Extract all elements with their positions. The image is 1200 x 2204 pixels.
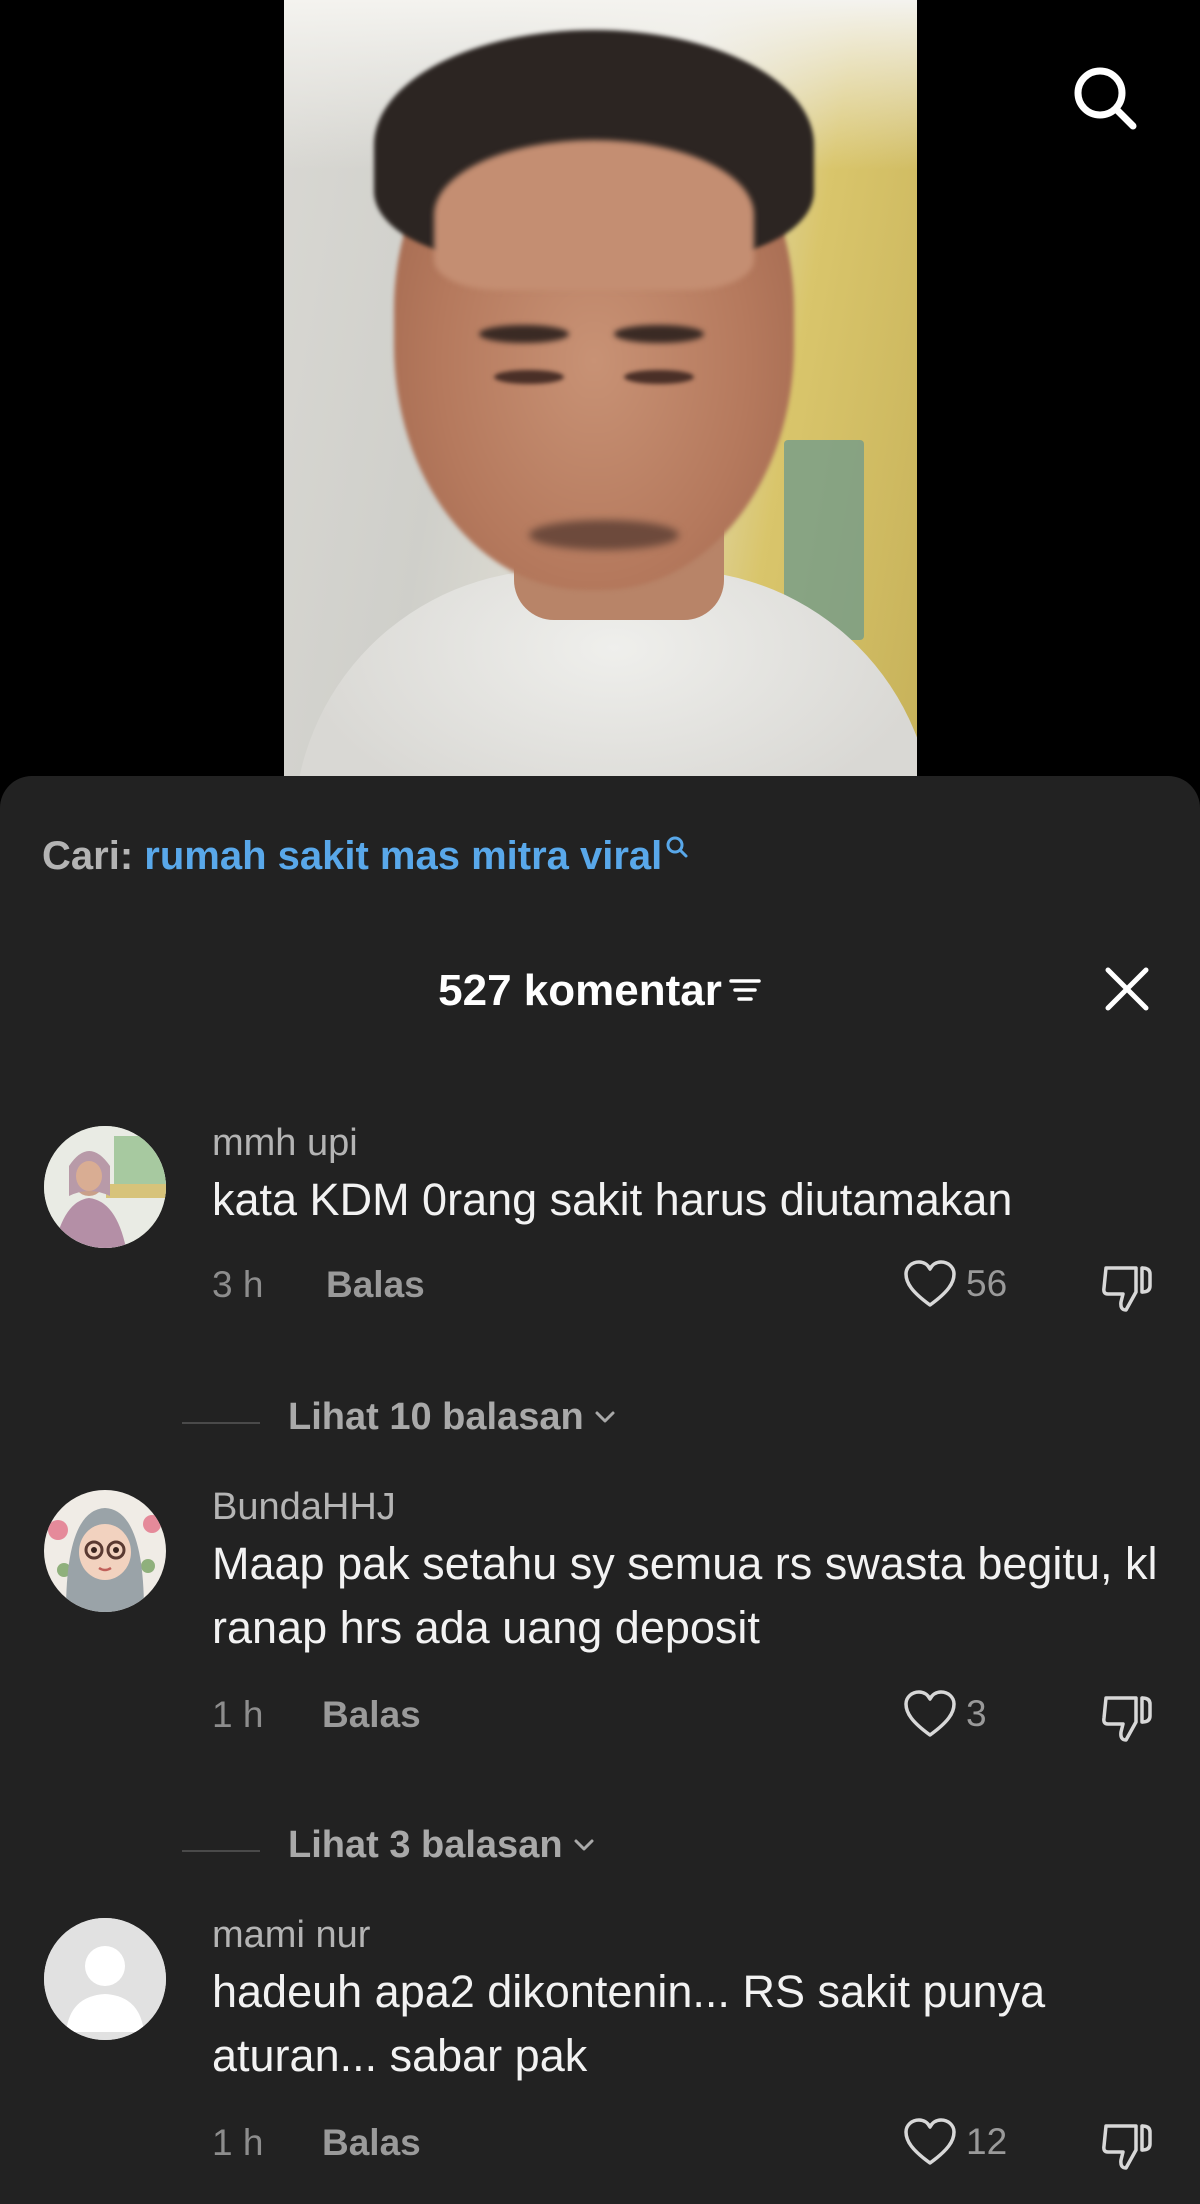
like-count: 3	[966, 1693, 987, 1734]
default-avatar-icon	[44, 1918, 166, 2040]
video-person-brow	[614, 325, 704, 343]
comment-text: hadeuh apa2 dikontenin... RS sakit punya…	[212, 1966, 1046, 2081]
like-button[interactable]: 12	[902, 2116, 1007, 2168]
reply-button[interactable]: Balas	[326, 1264, 425, 1306]
heart-icon	[904, 2118, 956, 2165]
video-person-mustache	[529, 520, 679, 550]
avatar-photo	[44, 1126, 166, 1248]
search-icon[interactable]	[1065, 58, 1145, 138]
search-icon	[666, 836, 688, 858]
video-person-eye	[624, 370, 694, 384]
video-person-brow	[479, 325, 569, 343]
search-suggestion-label: Cari:	[42, 834, 134, 878]
like-button[interactable]: 3	[902, 1688, 987, 1740]
video-player[interactable]	[0, 0, 1200, 776]
avatar[interactable]	[44, 1126, 166, 1248]
reply-button[interactable]: Balas	[322, 2122, 421, 2164]
video-person-eye	[494, 370, 564, 384]
view-replies-label: Lihat 10 balasan	[288, 1396, 584, 1438]
search-suggestion[interactable]: Cari: rumah sakit mas mitra viral	[42, 834, 690, 879]
avatar-photo	[44, 1490, 166, 1612]
chevron-down-icon	[595, 1411, 615, 1423]
reply-button[interactable]: Balas	[322, 1694, 421, 1736]
comment-username[interactable]: mami nur	[212, 1914, 370, 1957]
video-person-forehead	[434, 140, 754, 290]
comment-username[interactable]: BundaHHJ	[212, 1486, 396, 1529]
comment-time: 1 h	[212, 2122, 264, 2163]
dislike-icon[interactable]	[1098, 1260, 1156, 1318]
like-count: 12	[966, 2121, 1008, 2162]
heart-icon	[904, 1690, 956, 1737]
avatar[interactable]	[44, 1490, 166, 1612]
dislike-icon[interactable]	[1098, 2118, 1156, 2176]
dislike-icon[interactable]	[1098, 1690, 1156, 1748]
like-button[interactable]: 56	[902, 1258, 1007, 1310]
comments-sheet: Cari: rumah sakit mas mitra viral 527 ko…	[0, 776, 1200, 2204]
like-count: 56	[966, 1263, 1008, 1304]
view-replies-button[interactable]: Lihat 3 balasan	[288, 1824, 597, 1867]
comment-time: 3 h	[212, 1264, 264, 1305]
view-replies-button[interactable]: Lihat 10 balasan	[288, 1396, 618, 1439]
close-icon[interactable]	[1100, 962, 1154, 1016]
comment-count: 527 komentar	[438, 966, 722, 1015]
filter-icon[interactable]	[728, 975, 762, 1005]
comment-username[interactable]: mmh upi	[212, 1122, 358, 1165]
comment-text: kata KDM 0rang sakit harus diutamakan	[212, 1174, 1013, 1225]
video-frame[interactable]	[284, 0, 917, 776]
search-suggestion-query[interactable]: rumah sakit mas mitra viral	[144, 834, 662, 878]
avatar[interactable]	[44, 1918, 166, 2040]
comment-text: Maap pak setahu sy semua rs swasta begit…	[212, 1538, 1158, 1653]
chevron-down-icon	[574, 1839, 594, 1851]
divider	[182, 1422, 260, 1424]
view-replies-label: Lihat 3 balasan	[288, 1824, 563, 1866]
comments-header: 527 komentar	[0, 966, 1200, 1016]
divider	[182, 1850, 260, 1852]
heart-icon	[904, 1260, 956, 1307]
comment-time: 1 h	[212, 1694, 264, 1735]
